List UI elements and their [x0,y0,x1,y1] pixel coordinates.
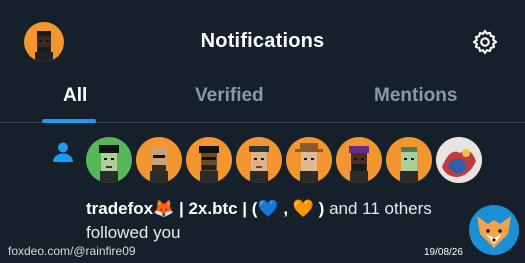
follower-avatar[interactable] [336,137,382,183]
follower-avatar[interactable] [136,137,182,183]
follower-avatar[interactable] [236,137,282,183]
page-title: Notifications [200,30,325,52]
punk-avatar-icon [249,146,269,183]
punk-avatar-icon [150,147,168,183]
punk-avatar-icon [400,147,418,183]
tab-mentions[interactable]: Mentions [374,74,457,122]
artwork-avatar-icon [436,137,482,183]
follower-avatar[interactable] [436,137,482,183]
watermark-date: 19/08/26 [424,247,463,258]
follower-name-rest: | 2x.btc | (💙 , 🧡 ) [174,199,325,218]
punk-avatar-icon [99,145,119,183]
fox-logo-icon [469,205,519,255]
punk-avatar-icon [295,143,323,183]
punk-avatar-icon [199,146,219,183]
follower-name[interactable]: tradefox🦊 [86,199,174,218]
follower-avatar[interactable] [386,137,432,183]
gear-icon [472,29,498,55]
notification-action: followed you [86,223,181,242]
person-icon [53,142,73,162]
others-count: and 11 others [324,199,432,218]
follower-avatar[interactable] [86,137,132,183]
notification-text: tradefox🦊 | 2x.btc | (💙 , 🧡 ) and 11 oth… [86,197,486,245]
watermark-source: foxdeo.com/@rainfire09 [8,244,136,258]
follower-avatar[interactable] [186,137,232,183]
tab-verified[interactable]: Verified [195,74,264,122]
notification-type [51,140,75,164]
header: Notifications [0,0,525,82]
settings-button[interactable] [471,28,499,56]
active-tab-indicator [42,119,96,123]
tab-bar: All Verified Mentions [0,74,525,123]
tab-all[interactable]: All [63,74,87,122]
follower-avatar[interactable] [286,137,332,183]
fox-logo [468,204,520,256]
punk-avatar-icon [349,146,369,183]
